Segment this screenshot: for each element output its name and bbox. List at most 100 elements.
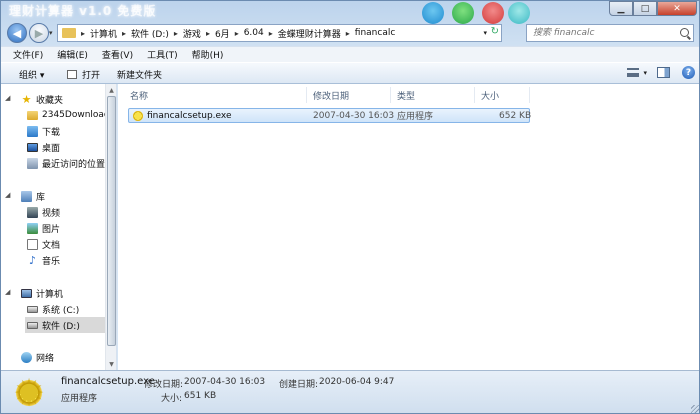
menu-view[interactable]: 查看(V) xyxy=(102,48,133,61)
nav-item-label: 桌面 xyxy=(42,143,61,154)
breadcrumb-separator-icon[interactable]: ▸ xyxy=(201,29,215,38)
computer-icon xyxy=(21,288,32,298)
folder-icon xyxy=(27,110,38,120)
details-created-label: 创建日期: xyxy=(279,380,319,390)
expand-arrow-icon[interactable]: ◢ xyxy=(5,288,10,296)
column-header-type[interactable]: 类型 xyxy=(391,87,475,103)
breadcrumb-separator-icon[interactable]: ▸ xyxy=(76,29,90,38)
explorer-window: 理财计算器 v1.0 免费版 ▁ □ ✕ ◀ ▶ ▾ ▸ 计算机 ▸ 软件 (D:) ▸… xyxy=(0,0,700,414)
nav-network[interactable]: 网络 xyxy=(21,349,54,365)
minimize-button[interactable]: ▁ xyxy=(609,1,633,16)
open-button[interactable]: 打开 xyxy=(67,65,100,83)
breadcrumb-item[interactable]: 软件 (D:) xyxy=(131,27,169,40)
address-bar[interactable]: ▸ 计算机 ▸ 软件 (D:) ▸ 游戏 ▸ 6月 ▸ 6.04 ▸ 金蝶理财计算器 ▸ financal… xyxy=(57,24,502,42)
nav-item-music[interactable]: ♪ 音乐 xyxy=(27,252,60,268)
scroll-up-icon[interactable]: ▲ xyxy=(106,84,116,96)
nav-libraries[interactable]: 库 xyxy=(21,188,45,204)
breadcrumb-item[interactable]: 游戏 xyxy=(183,27,201,40)
table-row[interactable]: financalcsetup.exe 2007-04-30 16:03 应用程序… xyxy=(128,108,531,123)
navigation-pane: ◢ ★ 收藏夹 2345Downloads 下载 桌面 最近访问的位置 ◢ 库 … xyxy=(1,84,117,370)
nav-item-label: 视频 xyxy=(42,208,61,219)
breadcrumb-separator-icon[interactable]: ▸ xyxy=(264,29,278,38)
recent-places-icon xyxy=(27,157,38,169)
document-icon xyxy=(27,238,38,250)
nav-item-documents[interactable]: 文档 xyxy=(27,236,60,252)
breadcrumb-separator-icon[interactable]: ▸ xyxy=(341,29,355,38)
view-options-icon[interactable] xyxy=(627,68,640,77)
nav-item-label: 音乐 xyxy=(42,256,61,267)
view-controls: ▾ ? xyxy=(627,66,695,79)
details-created-value: 2020-06-04 9:47 xyxy=(319,377,395,387)
title-bar: 理财计算器 v1.0 免费版 ▁ □ ✕ xyxy=(1,1,699,24)
menu-file[interactable]: 文件(F) xyxy=(13,48,43,61)
music-icon: ♪ xyxy=(28,253,37,267)
nav-item-label: 最近访问的位置 xyxy=(42,159,106,170)
nav-item-label: 图片 xyxy=(42,224,61,235)
nav-item-videos[interactable]: 视频 xyxy=(27,204,60,220)
organize-button[interactable]: 组织 ▾ xyxy=(19,65,44,83)
picture-icon xyxy=(27,222,38,234)
history-dropdown-icon[interactable]: ▾ xyxy=(49,29,53,37)
drive-icon xyxy=(27,305,38,313)
details-file-name: financalcsetup.exe xyxy=(61,376,155,387)
column-header-name[interactable]: 名称 xyxy=(124,87,307,103)
nav-item-desktop[interactable]: 桌面 xyxy=(27,139,60,155)
details-modified-value: 2007-04-30 16:03 xyxy=(184,377,266,387)
resize-grip[interactable] xyxy=(691,405,699,413)
maximize-button[interactable]: □ xyxy=(633,1,657,16)
breadcrumb-item[interactable]: 6月 xyxy=(215,27,230,40)
file-list: 名称 修改日期 类型 大小 financalcsetup.exe 2007-04… xyxy=(118,84,699,370)
nav-computer[interactable]: 计算机 xyxy=(21,285,63,301)
nav-item-label: 2345Downloads xyxy=(42,110,115,120)
scroll-thumb[interactable] xyxy=(107,96,116,346)
help-icon[interactable]: ? xyxy=(682,66,695,79)
breadcrumb-separator-icon[interactable]: ▸ xyxy=(230,29,244,38)
forward-button[interactable]: ▶ xyxy=(29,23,49,43)
nav-item-label: 下载 xyxy=(42,127,61,138)
address-dropdown-icon[interactable]: ▾ xyxy=(483,29,487,37)
nav-item-pictures[interactable]: 图片 xyxy=(27,220,60,236)
open-label: 打开 xyxy=(82,70,101,81)
nav-item-2345downloads[interactable]: 2345Downloads xyxy=(27,107,114,123)
scroll-down-icon[interactable]: ▼ xyxy=(106,358,116,370)
navigation-row: ◀ ▶ ▾ ▸ 计算机 ▸ 软件 (D:) ▸ 游戏 ▸ 6月 ▸ 6.04 ▸ 金蝶理财计算器 ▸ fi… xyxy=(1,21,699,45)
video-icon xyxy=(27,206,38,218)
nav-computer-label: 计算机 xyxy=(36,289,64,300)
nav-scrollbar[interactable]: ▲ ▼ xyxy=(105,84,116,370)
menu-edit[interactable]: 编辑(E) xyxy=(57,48,88,61)
breadcrumb-item[interactable]: 6.04 xyxy=(244,28,264,38)
details-size-value: 651 KB xyxy=(184,391,217,401)
nav-item-downloads[interactable]: 下载 xyxy=(27,123,60,139)
preview-pane-icon[interactable] xyxy=(657,67,670,78)
breadcrumb-item[interactable]: 计算机 xyxy=(90,27,117,40)
refresh-icon[interactable]: ↻ xyxy=(491,26,499,37)
file-type: 应用程序 xyxy=(397,112,434,122)
breadcrumb-separator-icon[interactable]: ▸ xyxy=(169,29,183,38)
column-header-size[interactable]: 大小 xyxy=(475,87,530,103)
command-bar: 组织 ▾ 打开 新建文件夹 ▾ ? xyxy=(1,62,699,84)
menu-tools[interactable]: 工具(T) xyxy=(147,48,178,61)
nav-item-drive-c[interactable]: 系统 (C:) xyxy=(27,301,79,317)
nav-item-drive-d[interactable]: 软件 (D:) xyxy=(25,317,105,333)
search-box[interactable] xyxy=(526,24,694,42)
expand-arrow-icon[interactable]: ◢ xyxy=(5,94,10,102)
menu-help[interactable]: 帮助(H) xyxy=(192,48,224,61)
close-button[interactable]: ✕ xyxy=(657,1,697,16)
back-button[interactable]: ◀ xyxy=(7,23,27,43)
nav-favorites-label: 收藏夹 xyxy=(36,95,64,106)
nav-item-recent[interactable]: 最近访问的位置 xyxy=(27,155,105,171)
search-icon[interactable] xyxy=(680,28,689,37)
expand-arrow-icon[interactable]: ◢ xyxy=(5,191,10,199)
search-input[interactable] xyxy=(527,25,672,41)
file-name: financalcsetup.exe xyxy=(147,110,232,121)
new-folder-button[interactable]: 新建文件夹 xyxy=(117,65,162,83)
nav-favorites[interactable]: ★ 收藏夹 xyxy=(21,91,63,107)
breadcrumb-item[interactable]: 金蝶理财计算器 xyxy=(278,27,341,40)
breadcrumb-item[interactable]: financalc xyxy=(355,28,396,38)
breadcrumb-separator-icon[interactable]: ▸ xyxy=(117,29,131,38)
nav-libraries-label: 库 xyxy=(36,192,46,203)
column-header-modified[interactable]: 修改日期 xyxy=(307,87,391,103)
file-modified: 2007-04-30 16:03 xyxy=(313,110,395,121)
view-dropdown-icon[interactable]: ▾ xyxy=(643,69,647,77)
details-pane: financalcsetup.exe 应用程序 修改日期: 2007-04-30… xyxy=(1,370,699,413)
